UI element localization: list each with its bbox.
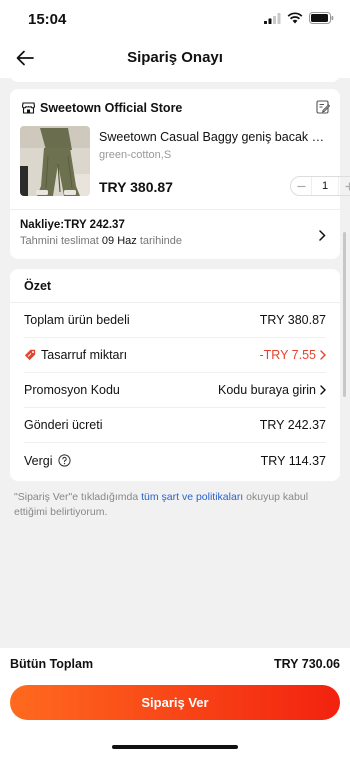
previous-card-edge: [10, 74, 340, 82]
edit-note-icon: [316, 100, 331, 114]
summary-row-label: Gönderi ücreti: [24, 418, 103, 432]
summary-card: Özet Toplam ürün bedeli TRY 380.87 Tasar…: [10, 269, 340, 481]
page-title: Sipariş Onayı: [127, 49, 223, 66]
place-order-button[interactable]: Sipariş Ver: [10, 685, 340, 720]
grand-total-label: Bütün Toplam: [10, 657, 94, 671]
shipping-options-button[interactable]: [319, 228, 326, 246]
quantity-value[interactable]: 1: [311, 177, 339, 195]
chevron-right-icon: [319, 230, 326, 241]
savings-value: -TRY 7.55: [259, 348, 316, 362]
summary-row-subtotal: Toplam ürün bedeli TRY 380.87: [24, 303, 326, 338]
summary-row-shipping-fee: Gönderi ücreti TRY 242.37: [24, 408, 326, 443]
nav-bar: Sipariş Onayı: [0, 38, 350, 78]
shipping-cost[interactable]: Nakliye:TRY 242.37: [20, 219, 125, 231]
summary-row-label: Tasarruf miktarı: [41, 348, 128, 362]
delivery-suffix: tarihinde: [139, 235, 183, 247]
product-variant: green-cotton,S: [99, 149, 172, 161]
status-time: 15:04: [28, 11, 67, 28]
summary-row-savings[interactable]: Tasarruf miktarı -TRY 7.55: [24, 338, 326, 373]
delivery-estimate: Tahmini teslimat 09 Haz tarihinde: [20, 235, 182, 247]
checkout-bar: Bütün Toplam TRY 730.06 Sipariş Ver: [0, 648, 350, 757]
summary-row-value: TRY 114.37: [260, 453, 326, 468]
product-photo: [20, 126, 90, 196]
store-name: Sweetown Official Store: [40, 101, 183, 115]
store-header[interactable]: Sweetown Official Store: [22, 101, 182, 115]
summary-row-label: Toplam ürün bedeli: [24, 313, 130, 327]
summary-title: Özet: [24, 279, 52, 293]
summary-row-promo-code[interactable]: Promosyon Kodu Kodu buraya girin: [24, 373, 326, 408]
signal-icon: [264, 12, 281, 24]
note-button[interactable]: [316, 100, 331, 119]
terms-link[interactable]: tüm şart ve politikaları: [141, 491, 243, 503]
plus-icon: [345, 182, 350, 190]
help-circle-icon[interactable]: [57, 454, 71, 467]
delivery-date: 09 Haz: [101, 235, 137, 247]
battery-icon: [309, 12, 334, 24]
divider: [10, 209, 340, 210]
price-tag-icon: [24, 349, 36, 361]
summary-row-value: TRY 380.87: [259, 313, 326, 327]
status-bar: 15:04: [0, 0, 350, 38]
chevron-right-icon: [320, 350, 326, 360]
summary-row-tax: Vergi TRY 114.37: [24, 443, 326, 478]
scrollbar[interactable]: [343, 232, 346, 397]
product-price: TRY 380.87: [99, 179, 173, 195]
minus-icon: [297, 185, 305, 187]
product-title[interactable]: Sweetown Casual Baggy geniş bacak Sw...: [99, 130, 331, 144]
home-indicator[interactable]: [112, 745, 238, 749]
store-icon: [22, 102, 35, 114]
summary-row-label: Vergi: [24, 453, 53, 468]
terms-prefix: "Sipariş Ver"e tıkladığımda: [14, 491, 139, 503]
summary-row-value: TRY 242.37: [259, 418, 326, 432]
quantity-stepper: 1: [290, 176, 350, 196]
quantity-increase-button[interactable]: [339, 177, 350, 195]
chevron-right-icon: [320, 385, 326, 395]
delivery-prefix: Tahmini teslimat: [20, 235, 99, 247]
wifi-icon: [287, 12, 303, 24]
product-image[interactable]: [20, 126, 90, 196]
store-card: Sweetown Official Store Sweetown Casual …: [10, 89, 350, 259]
quantity-decrease-button[interactable]: [291, 177, 311, 195]
grand-total-value: TRY 730.06: [273, 657, 340, 671]
terms-notice: "Sipariş Ver"e tıkladığımda tüm şart ve …: [14, 490, 334, 520]
status-icons: [264, 12, 334, 24]
summary-row-label: Promosyon Kodu: [24, 383, 120, 397]
promo-code-input[interactable]: Kodu buraya girin: [218, 383, 316, 397]
